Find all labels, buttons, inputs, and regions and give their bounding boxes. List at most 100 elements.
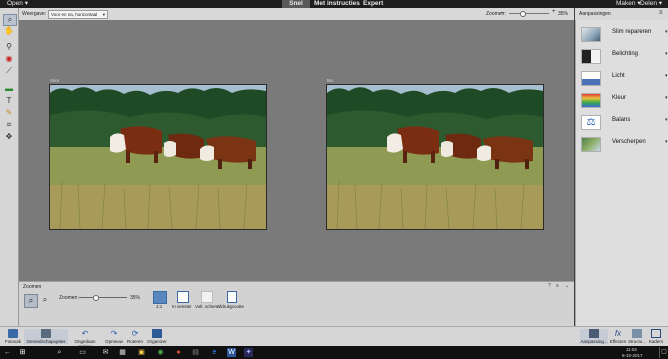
after-image[interactable] bbox=[326, 84, 544, 230]
quick-select-tool-icon[interactable]: ⚲ bbox=[3, 42, 15, 52]
windows-start-icon[interactable]: ⊞ bbox=[18, 348, 27, 357]
panel-zoom-value: 35% bbox=[130, 295, 141, 301]
smart-fix-icon bbox=[581, 27, 601, 42]
panel-zoom-slider-handle[interactable] bbox=[92, 295, 99, 301]
red-eye-tool-icon[interactable]: ◉ bbox=[3, 54, 15, 64]
file-explorer-icon[interactable]: ▣ bbox=[137, 348, 146, 357]
adjustment-lighting[interactable]: Licht ▾ bbox=[579, 69, 668, 87]
frames-button[interactable]: Kaders bbox=[647, 329, 665, 344]
create-menu[interactable]: Maken ▾ bbox=[616, 0, 641, 8]
panel-zoom-slider[interactable] bbox=[79, 295, 127, 301]
before-image[interactable] bbox=[49, 84, 267, 230]
zoom-in-mode-icon[interactable]: ⌕ bbox=[24, 294, 38, 308]
app-icon[interactable]: ▤ bbox=[191, 348, 200, 357]
print-size-label: Afdrukgrootte bbox=[217, 304, 245, 309]
menu-icon[interactable]: ≡ bbox=[659, 10, 663, 16]
create-menu-label: Maken bbox=[616, 0, 636, 7]
chrome-icon[interactable]: ◉ bbox=[156, 348, 165, 357]
chevron-down-icon: ▾ bbox=[665, 73, 668, 79]
zoom-in-icon[interactable]: + bbox=[552, 9, 556, 15]
adjustment-exposure[interactable]: Belichting ▾ bbox=[579, 47, 668, 65]
effects-button[interactable]: fx Effecten bbox=[609, 329, 627, 344]
move-tool-icon[interactable]: ✥ bbox=[3, 132, 15, 142]
firefox-icon[interactable]: ● bbox=[174, 348, 183, 357]
effects-label: Effecten bbox=[609, 339, 627, 344]
adjustments-button[interactable]: Aanpassing... bbox=[580, 329, 608, 344]
app-bottom-bar: Fotovak Gereedschapopties ↶ Ongedaan mak… bbox=[0, 326, 668, 349]
settings-icon[interactable]: ≡ bbox=[556, 283, 559, 289]
rotate-button[interactable]: ⟳ Roteren bbox=[124, 329, 146, 344]
fill-screen-button[interactable] bbox=[201, 291, 213, 303]
actual-pixels-button[interactable] bbox=[153, 291, 167, 304]
rotate-icon: ⟳ bbox=[131, 329, 139, 338]
whiten-teeth-tool-icon[interactable]: ⟋ bbox=[3, 66, 15, 76]
mode-tab-guided[interactable]: Met instructies bbox=[314, 0, 360, 8]
adjustment-label: Verscherpen bbox=[612, 139, 646, 145]
adjustment-balance[interactable]: ⚖ Balans ▾ bbox=[579, 113, 668, 131]
help-icon[interactable]: ? bbox=[548, 283, 551, 289]
adjustments-label: Aanpassing... bbox=[580, 339, 608, 344]
mode-tab-quick[interactable]: Snel bbox=[282, 0, 310, 8]
zoom-out-mode-icon[interactable]: ⌕ bbox=[39, 294, 51, 306]
textures-button[interactable]: Structu... bbox=[628, 329, 646, 344]
adjustment-sharpen[interactable]: Verscherpen ▾ bbox=[579, 135, 668, 153]
open-menu-label: Open bbox=[7, 0, 23, 7]
straighten-tool-icon[interactable]: ▬ bbox=[3, 84, 15, 94]
tool-options-panel: Zoomen ? ≡ ⌄ ⌕ ⌕ Zoomen: 35% 1:1 In vens… bbox=[19, 281, 574, 327]
adjustment-smart-fix[interactable]: Slim repareren ▾ bbox=[579, 25, 668, 43]
tool-options-icon bbox=[41, 329, 51, 338]
zoom-out-icon[interactable]: – bbox=[501, 10, 504, 16]
print-size-button[interactable] bbox=[227, 291, 237, 303]
adjustments-icon bbox=[589, 329, 599, 338]
share-menu[interactable]: Delen ▾ bbox=[640, 0, 662, 8]
view-label: Weergave: bbox=[22, 11, 47, 17]
chevron-down-icon: ▾ bbox=[665, 139, 668, 145]
undo-icon: ↶ bbox=[81, 329, 89, 338]
photo-bin-button[interactable]: Fotovak bbox=[2, 329, 24, 344]
zoom-value: 35% bbox=[558, 11, 569, 17]
mail-icon[interactable]: ✉ bbox=[101, 348, 110, 357]
tool-options-label: Gereedschapopties bbox=[26, 339, 66, 344]
chevron-down-icon: ▾ bbox=[665, 117, 668, 123]
menu-bar: Open ▾ Snel Met instructies Expert Maken… bbox=[0, 0, 668, 8]
search-icon[interactable]: ⌕ bbox=[55, 348, 64, 357]
organizer-icon bbox=[152, 329, 162, 338]
tool-options-title: Zoomen bbox=[23, 284, 42, 290]
type-tool-icon[interactable]: T bbox=[3, 96, 15, 106]
adjustment-color[interactable]: Kleur ▾ bbox=[579, 91, 668, 109]
exposure-icon bbox=[581, 49, 601, 64]
zoom-slider[interactable] bbox=[509, 11, 549, 17]
color-icon bbox=[581, 93, 601, 108]
view-select[interactable]: Voor en na, horizontaal ▾ bbox=[48, 10, 108, 19]
back-arrow-icon[interactable]: ← bbox=[3, 348, 12, 357]
tool-options-button[interactable]: Gereedschapopties bbox=[24, 329, 68, 344]
zoom-tool-icon[interactable]: ⌕ bbox=[3, 14, 17, 26]
elements-icon[interactable]: ✦ bbox=[244, 348, 253, 357]
task-view-icon[interactable]: ▭ bbox=[78, 348, 87, 357]
adjustment-label: Kleur bbox=[612, 95, 627, 101]
adjustments-header: Aanpassingen bbox=[579, 11, 611, 17]
chevron-down-icon: ▾ bbox=[665, 95, 668, 101]
after-photo bbox=[327, 85, 543, 229]
edge-icon[interactable]: e bbox=[210, 348, 219, 357]
sharpen-icon bbox=[581, 137, 601, 152]
notifications-icon[interactable]: ▢ bbox=[659, 347, 668, 358]
canvas-area[interactable]: Voor Na bbox=[19, 20, 574, 281]
healing-brush-tool-icon[interactable]: ✎ bbox=[3, 108, 15, 118]
crop-tool-icon[interactable]: ⌗ bbox=[3, 120, 15, 130]
redo-button[interactable]: ↷ Opnieuw bbox=[103, 329, 125, 344]
chevron-down-icon: ▾ bbox=[658, 0, 663, 7]
clock-date: 6-10-2017 bbox=[622, 353, 643, 358]
organizer-button[interactable]: Organizer bbox=[146, 329, 168, 344]
store-icon[interactable]: ▦ bbox=[118, 348, 127, 357]
view-select-value: Voor en na, horizontaal bbox=[51, 12, 98, 17]
adjustment-label: Balans bbox=[612, 117, 631, 123]
collapse-icon[interactable]: ⌄ bbox=[565, 283, 569, 289]
fit-screen-button[interactable] bbox=[177, 291, 189, 303]
open-menu[interactable]: Open ▾ bbox=[7, 0, 28, 8]
zoom-slider-handle[interactable] bbox=[520, 11, 526, 17]
hand-tool-icon[interactable]: ✋ bbox=[3, 26, 15, 36]
mode-tab-expert[interactable]: Expert bbox=[363, 0, 383, 8]
word-icon[interactable]: W bbox=[227, 348, 236, 357]
frames-icon bbox=[651, 329, 661, 338]
